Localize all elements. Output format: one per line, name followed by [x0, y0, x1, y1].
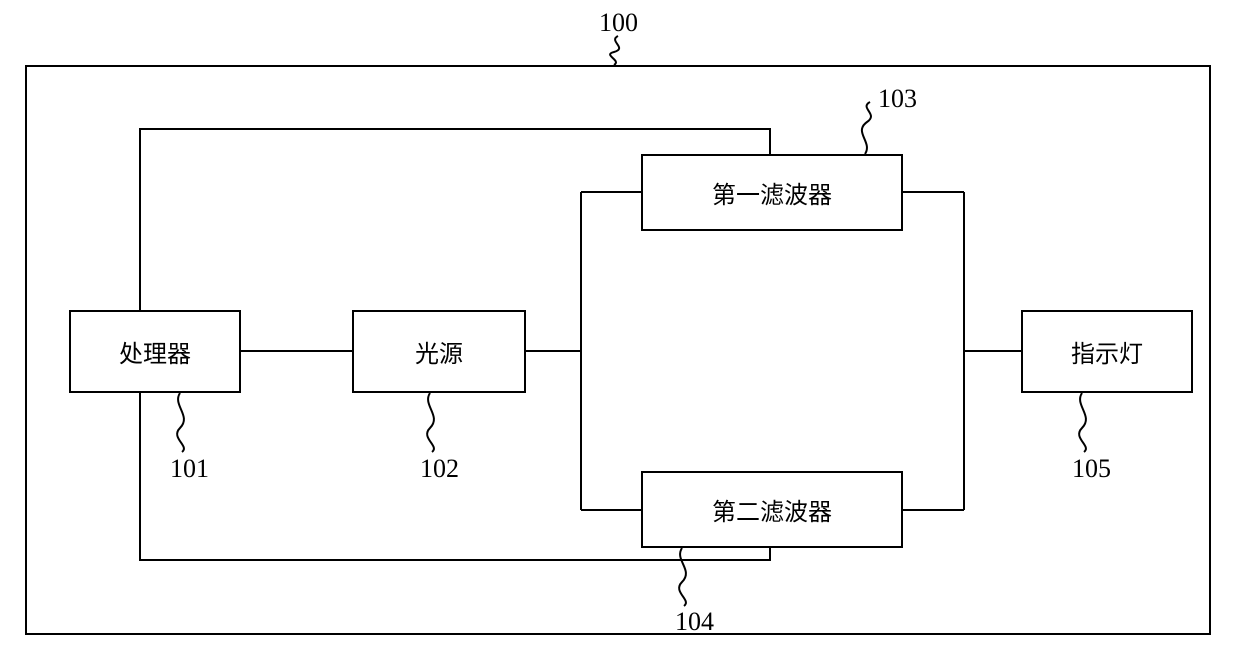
ref-102: 102 [420, 454, 459, 484]
block-indicator-label: 指示灯 [1071, 334, 1143, 369]
block-filter1-label: 第一滤波器 [712, 175, 832, 210]
block-indicator: 指示灯 [1021, 310, 1193, 393]
block-processor-label: 处理器 [119, 334, 191, 369]
ref-101: 101 [170, 454, 209, 484]
ref-105: 105 [1072, 454, 1111, 484]
block-filter1: 第一滤波器 [641, 154, 903, 231]
ref-104: 104 [675, 607, 714, 637]
block-light-source-label: 光源 [415, 334, 463, 369]
block-filter2: 第二滤波器 [641, 471, 903, 548]
block-filter2-label: 第二滤波器 [712, 492, 832, 527]
ref-103: 103 [878, 84, 917, 114]
ref-overall: 100 [599, 8, 638, 38]
block-light-source: 光源 [352, 310, 526, 393]
diagram-canvas: 100 [0, 0, 1239, 666]
block-processor: 处理器 [69, 310, 241, 393]
